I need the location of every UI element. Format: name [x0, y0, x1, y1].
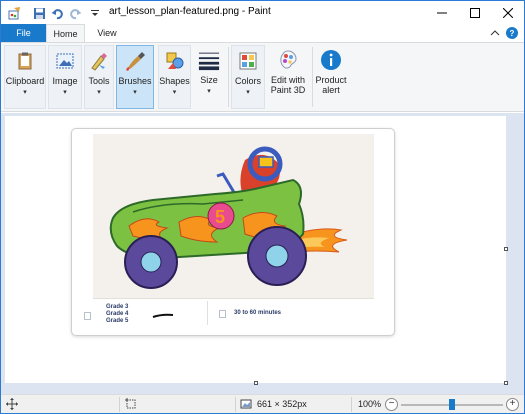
duration-checkbox [219, 310, 226, 318]
chevron-down-icon: ▾ [23, 89, 27, 96]
paint-window: art_lesson_plan-featured.png - Paint Fil… [0, 0, 525, 414]
grade-5: Grade 5 [106, 318, 129, 324]
info-divider [207, 301, 208, 325]
duration-text: 30 to 60 minutes [234, 310, 282, 316]
info-icon [320, 49, 342, 71]
save-icon[interactable] [31, 5, 47, 21]
ribbon-tabs: File Home View ? [1, 24, 524, 42]
chevron-down-icon: ▾ [133, 89, 137, 96]
tab-file[interactable]: File [1, 24, 46, 42]
image-label: Image [52, 76, 78, 86]
product-label: Product [315, 75, 347, 85]
chevron-down-icon: ▾ [172, 89, 177, 96]
ribbon-divider [312, 47, 313, 107]
colors-button[interactable]: Colors ▾ [231, 45, 265, 109]
tools-icon [88, 50, 110, 72]
help-icon[interactable]: ? [506, 27, 518, 39]
grade-list: Grade 3 Grade 4 Grade 5 [106, 304, 128, 325]
customize-quick-access-icon[interactable] [87, 5, 103, 21]
chevron-down-icon: ▾ [207, 88, 211, 95]
image-button[interactable]: Image ▾ [48, 45, 82, 109]
title-bar: art_lesson_plan-featured.png - Paint [1, 1, 524, 24]
size-label: Size [200, 75, 218, 85]
paint-app-icon[interactable] [7, 5, 23, 21]
tools-button[interactable]: Tools ▾ [84, 45, 114, 109]
status-bar: 661 × 352px 100% − + [1, 394, 524, 413]
product-alert-button[interactable]: Product alert [314, 45, 348, 109]
zoom-in-button[interactable]: + [506, 398, 519, 411]
size-button[interactable]: Size ▾ [193, 45, 225, 109]
race-car-drawing: 5 [93, 134, 374, 299]
tab-home[interactable]: Home [46, 24, 85, 42]
collapse-ribbon-icon[interactable] [490, 28, 500, 38]
car-number: 5 [215, 207, 225, 227]
shapes-icon [164, 50, 186, 72]
status-divider [119, 397, 120, 412]
image-size-text: 661 × 352px [257, 399, 307, 409]
brush-icon [124, 50, 146, 72]
canvas-work-area[interactable]: 5 Grade 3 Grade 4 Grade 5 30 to 60 minut… [1, 113, 524, 394]
maximize-icon[interactable] [458, 1, 491, 24]
chevron-down-icon: ▾ [246, 89, 250, 96]
paint3d-label: Paint 3D [270, 85, 306, 95]
colors-label: Colors [234, 76, 261, 86]
image-size-icon [240, 398, 252, 412]
color-palette-icon [237, 50, 259, 72]
tab-view[interactable]: View [87, 24, 127, 42]
close-icon[interactable] [491, 1, 524, 24]
cursor-position-icon [6, 398, 18, 412]
edit-with-label: Edit with [270, 75, 305, 85]
clipboard-button[interactable]: Clipboard ▾ [4, 45, 46, 109]
grade-3: Grade 3 [106, 304, 129, 310]
chevron-down-icon: ▾ [97, 89, 101, 96]
ribbon-divider [228, 47, 229, 107]
resize-handle-bottom[interactable] [254, 381, 258, 385]
brushes-label: Brushes [118, 76, 152, 86]
ribbon: Clipboard ▾ Image ▾ Tools ▾ Brushes ▾ Sh… [1, 42, 524, 112]
lesson-card-image: 5 Grade 3 Grade 4 Grade 5 30 to 60 minut… [71, 128, 395, 336]
resize-handle-corner[interactable] [504, 381, 508, 385]
grade-checkbox [84, 312, 91, 320]
image-canvas[interactable]: 5 Grade 3 Grade 4 Grade 5 30 to 60 minut… [5, 116, 508, 385]
brushes-button[interactable]: Brushes ▾ [116, 45, 154, 109]
zoom-level-text: 100% [358, 399, 382, 409]
status-divider [235, 397, 236, 412]
clipboard-label: Clipboard [5, 76, 45, 86]
minimize-icon[interactable] [425, 1, 458, 24]
chevron-down-icon: ▾ [63, 89, 67, 96]
alert-label: alert [322, 85, 340, 95]
window-title: art_lesson_plan-featured.png - Paint [109, 6, 271, 17]
shapes-button[interactable]: Shapes ▾ [158, 45, 191, 109]
tools-label: Tools [88, 76, 110, 86]
clipboard-icon [14, 50, 36, 72]
image-icon [54, 50, 76, 72]
shapes-label: Shapes [159, 76, 190, 86]
grade-4: Grade 4 [106, 311, 129, 317]
zoom-out-button[interactable]: − [385, 398, 398, 411]
edit-with-paint3d-button[interactable]: Edit with Paint 3D [267, 45, 309, 109]
resize-handle-right[interactable] [504, 247, 508, 251]
status-divider [351, 397, 352, 412]
pen-stroke [152, 313, 174, 318]
redo-icon[interactable] [67, 5, 83, 21]
undo-icon[interactable] [49, 5, 65, 21]
selection-size-icon [125, 398, 137, 412]
zoom-slider-thumb[interactable] [449, 399, 455, 410]
paint3d-icon [277, 49, 299, 71]
line-size-icon [198, 49, 220, 71]
